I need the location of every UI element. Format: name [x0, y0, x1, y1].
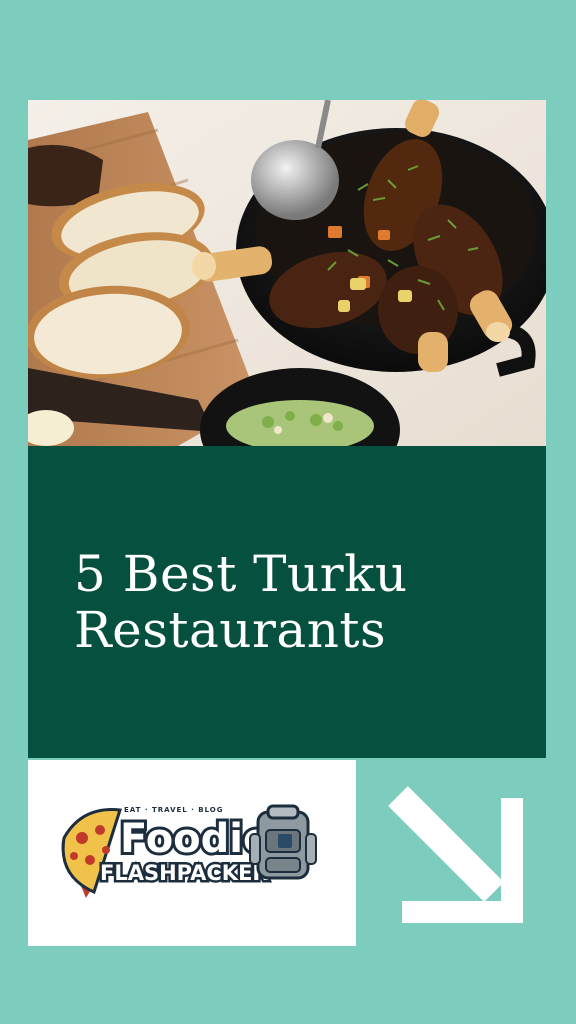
arrow-down-right-icon	[388, 786, 523, 923]
brand-logo-panel[interactable]: EAT · TRAVEL · BLOG Foodie FLASHPACKER	[28, 760, 356, 946]
braised-lamb-shanks-illustration	[28, 100, 546, 446]
page-title: 5 Best Turku Restaurants	[74, 545, 408, 659]
logo-name-line1: Foodie	[120, 816, 270, 862]
logo-tagline: EAT · TRAVEL · BLOG	[124, 806, 224, 814]
food-photo	[28, 100, 546, 446]
arrow-down-right-button[interactable]	[376, 778, 528, 926]
title-panel: 5 Best Turku Restaurants	[28, 446, 546, 758]
backpack-icon	[249, 804, 317, 880]
brand-logo: EAT · TRAVEL · BLOG Foodie FLASHPACKER	[61, 804, 317, 898]
logo-name-line2: FLASHPACKER	[100, 861, 269, 885]
